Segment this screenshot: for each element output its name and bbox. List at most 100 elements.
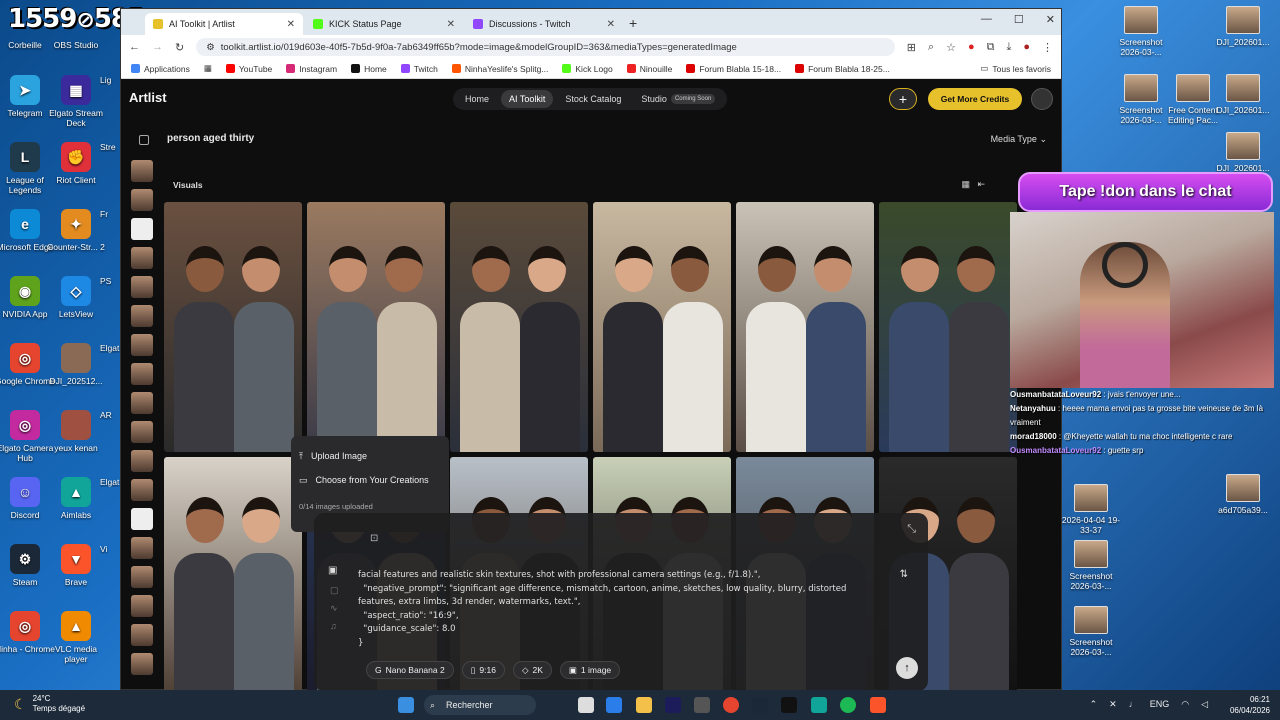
history-thumbnail[interactable] — [131, 566, 153, 588]
history-thumbnail[interactable] — [131, 334, 153, 356]
collapse-icon[interactable]: ⤡ — [907, 523, 916, 536]
bookmark-home[interactable]: Home — [351, 64, 387, 74]
tab-artlist[interactable]: AI Toolkit | Artlist ✕ — [145, 13, 303, 35]
upload-image-option[interactable]: ⤒ Upload Image — [299, 444, 441, 468]
extension-icon[interactable]: ● — [968, 41, 975, 53]
nav-stock-catalog[interactable]: Stock Catalog — [557, 90, 629, 108]
file-explorer-icon[interactable] — [636, 697, 652, 713]
desktop-icon-partial[interactable]: AR — [100, 410, 122, 420]
mute-icon[interactable]: ✕ — [1109, 699, 1117, 710]
chevron-up-icon[interactable]: ⌃ — [1090, 699, 1098, 710]
history-thumbnail[interactable] — [131, 363, 153, 385]
chat-username[interactable]: OusmanbatataLoveur92 — [1010, 390, 1101, 399]
desktop-icon[interactable]: ▦ Elgato Stream Deck — [45, 75, 107, 128]
chat-username[interactable]: Netanyahuu — [1010, 404, 1056, 413]
history-thumbnail[interactable] — [131, 421, 153, 443]
tab-kick[interactable]: KICK Status Page ✕ — [305, 13, 463, 35]
generated-image[interactable] — [593, 202, 731, 452]
url-bar[interactable]: ⚙ toolkit.artlist.io/019d603e-40f5-7b5d-9… — [196, 38, 895, 56]
history-thumbnail[interactable] — [131, 537, 153, 559]
generated-image[interactable] — [307, 202, 445, 452]
download-icon[interactable]: ⤓ — [1006, 41, 1011, 54]
model-selector[interactable]: G Nano Banana 2 — [366, 661, 454, 679]
bookmark-kick[interactable]: Kick Logo — [562, 64, 613, 74]
history-thumbnail[interactable] — [131, 624, 153, 646]
aspect-ratio-selector[interactable]: ▯ 9:16 — [461, 661, 505, 679]
desktop-icon[interactable]: ✊ Riot Client — [45, 142, 107, 185]
bookmark-ninouille[interactable]: Ninouille — [626, 64, 672, 74]
desktop-icon-partial[interactable]: Vi — [100, 544, 122, 554]
media-type-dropdown[interactable]: Media Type ⌄ — [991, 134, 1047, 145]
weather-widget[interactable]: ☾ 24°C Temps dégagé — [14, 694, 85, 714]
generated-image[interactable] — [164, 457, 302, 702]
bookmark-forum-1825[interactable]: Forum Blabla 18-25... — [795, 64, 890, 74]
close-tab-icon[interactable]: ✕ — [287, 19, 295, 30]
bookmark-forum-1518[interactable]: Forum Blabla 15-18... — [686, 64, 781, 74]
copilot-icon[interactable] — [606, 697, 622, 713]
start-icon[interactable] — [398, 697, 414, 713]
mic-icon[interactable]: ♩ — [1129, 699, 1138, 710]
bookmark-twitch[interactable]: Twitch — [400, 64, 438, 74]
history-thumbnail[interactable] — [131, 276, 153, 298]
artlist-logo[interactable]: Artlist — [129, 90, 167, 105]
generate-button[interactable]: ↑ — [896, 657, 918, 679]
profile-icon[interactable]: ● — [1023, 41, 1030, 53]
desktop-file-icon[interactable]: DJI_202601... — [1212, 132, 1274, 173]
close-tab-icon[interactable]: ✕ — [607, 19, 615, 30]
desktop-file-icon[interactable]: Screenshot 2026-03-... — [1110, 6, 1172, 57]
attach-icon[interactable]: ⊡ — [370, 533, 378, 544]
zoom-icon[interactable]: ⌕ — [928, 41, 934, 54]
forward-icon[interactable]: → — [152, 41, 163, 53]
desktop-icon[interactable]: ●OBS Studio — [45, 40, 107, 50]
desktop-icon[interactable]: ▼ Brave — [45, 544, 107, 587]
capcut-icon[interactable] — [811, 697, 827, 713]
prompt-textarea[interactable]: facial features and realistic skin textu… — [358, 569, 878, 650]
bookmark-instagram[interactable]: Instagram — [286, 64, 337, 74]
bookmark-splitgate[interactable]: NinhaYeslife's Splitg... — [451, 64, 548, 74]
taskbar-search[interactable]: ⌕ Rechercher — [424, 695, 536, 715]
enhance-prompt-icon[interactable]: ⇅ — [900, 569, 908, 580]
language-indicator[interactable]: ENG — [1150, 699, 1170, 710]
desktop-icon[interactable]: DJI_202512... — [45, 343, 107, 386]
history-thumbnail[interactable] — [131, 653, 153, 675]
obs-taskbar-icon[interactable] — [694, 697, 710, 713]
desktop-icon-partial[interactable]: Elgat — [100, 343, 122, 353]
history-thumbnail[interactable] — [131, 160, 153, 182]
generated-image[interactable] — [736, 202, 874, 452]
desktop-file-icon[interactable]: DJI_202601... — [1212, 6, 1274, 47]
history-thumbnail[interactable] — [131, 450, 153, 472]
chat-username[interactable]: morad18000 — [1010, 432, 1057, 441]
generated-image[interactable] — [879, 202, 1017, 452]
back-icon[interactable]: ← — [129, 41, 140, 53]
desktop-file-icon[interactable]: a6d705a39... — [1212, 474, 1274, 515]
edit-icon[interactable] — [139, 135, 149, 145]
desktop-file-icon[interactable]: DJI_202601... — [1212, 74, 1274, 115]
history-thumbnail[interactable] — [131, 595, 153, 617]
history-thumbnail[interactable] — [131, 305, 153, 327]
bookmark-youtube[interactable]: YouTube — [225, 64, 272, 74]
nav-studio[interactable]: Studio Coming Soon — [633, 90, 723, 108]
brave-taskbar-icon[interactable] — [870, 697, 886, 713]
generated-image[interactable] — [164, 202, 302, 452]
desktop-icon[interactable]: yeux kenan — [45, 410, 107, 453]
premiere-icon[interactable] — [665, 697, 681, 713]
desktop-icon[interactable]: ✦ Counter-Str... 2 — [45, 209, 107, 252]
reload-icon[interactable]: ↻ — [175, 41, 184, 54]
chat-username[interactable]: OusmanbatataLoveur92 — [1010, 446, 1101, 455]
maximize-icon[interactable]: ☐ — [1014, 13, 1024, 26]
history-thumbnail[interactable] — [131, 218, 153, 240]
minimize-icon[interactable]: — — [981, 13, 992, 26]
bookmark-grid[interactable]: ▦ — [204, 63, 212, 74]
generated-image[interactable] — [450, 202, 588, 452]
history-thumbnail[interactable] — [131, 508, 153, 530]
desktop-icon-partial[interactable]: PS — [100, 276, 122, 286]
history-thumbnail[interactable] — [131, 479, 153, 501]
desktop-file-icon[interactable]: 2026-04-04 19-33-37 — [1060, 484, 1122, 535]
get-more-credits-button[interactable]: Get More Credits — [928, 88, 1022, 110]
image-mode-icon[interactable]: ▣ — [328, 565, 337, 576]
clock[interactable]: 06:21 06/04/2026 — [1230, 694, 1270, 716]
desktop-file-icon[interactable]: Screenshot 2026-03-... — [1060, 606, 1122, 657]
close-tab-icon[interactable]: ✕ — [447, 19, 455, 30]
close-window-icon[interactable]: ✕ — [1046, 13, 1055, 26]
bookmark-applications[interactable]: Applications — [131, 64, 190, 74]
